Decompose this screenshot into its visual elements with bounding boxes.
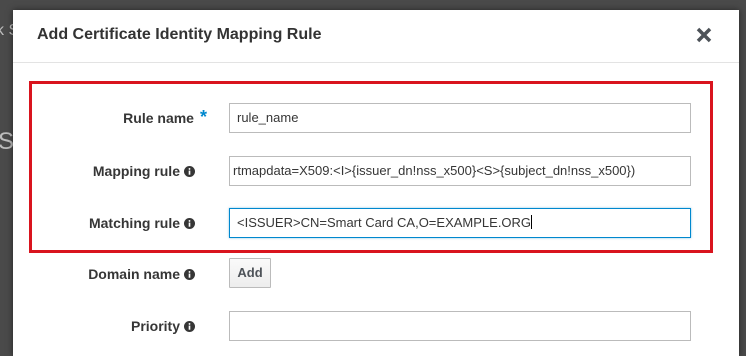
info-icon[interactable]	[184, 269, 195, 280]
matching-rule-label-text: Matching rule	[88, 215, 180, 231]
text-caret	[531, 215, 533, 229]
domain-name-row: Domain name Add	[13, 256, 739, 292]
rule-name-value: rule_name	[237, 110, 299, 125]
matching-rule-value: <ISSUER>CN=Smart Card CA,O=EXAMPLE.ORG	[237, 215, 532, 230]
close-icon	[696, 27, 712, 43]
mapping-rule-row: Mapping rule rtmapdata=X509:<I>{issuer_d…	[13, 153, 739, 189]
priority-label-text: Priority	[130, 318, 180, 334]
info-icon[interactable]	[184, 218, 195, 229]
mapping-rule-label: Mapping rule	[93, 153, 195, 189]
domain-name-label-text: Domain name	[88, 266, 180, 282]
matching-rule-row: Matching rule <ISSUER>CN=Smart Card CA,O…	[13, 205, 739, 241]
priority-input[interactable]	[229, 311, 691, 341]
required-asterisk: *	[199, 107, 207, 127]
add-domain-button[interactable]: Add	[229, 258, 271, 288]
matching-rule-label: Matching rule	[89, 205, 195, 241]
priority-row: Priority	[13, 308, 739, 344]
dialog-header: Add Certificate Identity Mapping Rule	[13, 10, 739, 63]
priority-label: Priority	[131, 308, 195, 344]
rule-name-input[interactable]: rule_name	[229, 103, 691, 133]
add-certificate-mapping-dialog: Add Certificate Identity Mapping Rule Ru…	[13, 10, 739, 356]
info-icon[interactable]	[184, 166, 195, 177]
matching-rule-input[interactable]: <ISSUER>CN=Smart Card CA,O=EXAMPLE.ORG	[229, 208, 691, 238]
info-icon[interactable]	[184, 321, 195, 332]
mapping-rule-input[interactable]: rtmapdata=X509:<I>{issuer_dn!nss_x500}<S…	[229, 156, 691, 186]
background-text-fragment: S	[0, 128, 15, 155]
dialog-title: Add Certificate Identity Mapping Rule	[37, 26, 322, 43]
rule-name-label: Rule name *	[123, 100, 207, 136]
rule-name-label-text: Rule name	[123, 110, 194, 126]
close-button[interactable]	[693, 24, 715, 46]
domain-name-label: Domain name	[88, 256, 195, 292]
mapping-rule-label-text: Mapping rule	[92, 163, 180, 179]
rule-name-row: Rule name * rule_name	[13, 100, 739, 136]
mapping-rule-value: rtmapdata=X509:<I>{issuer_dn!nss_x500}<S…	[233, 163, 636, 178]
